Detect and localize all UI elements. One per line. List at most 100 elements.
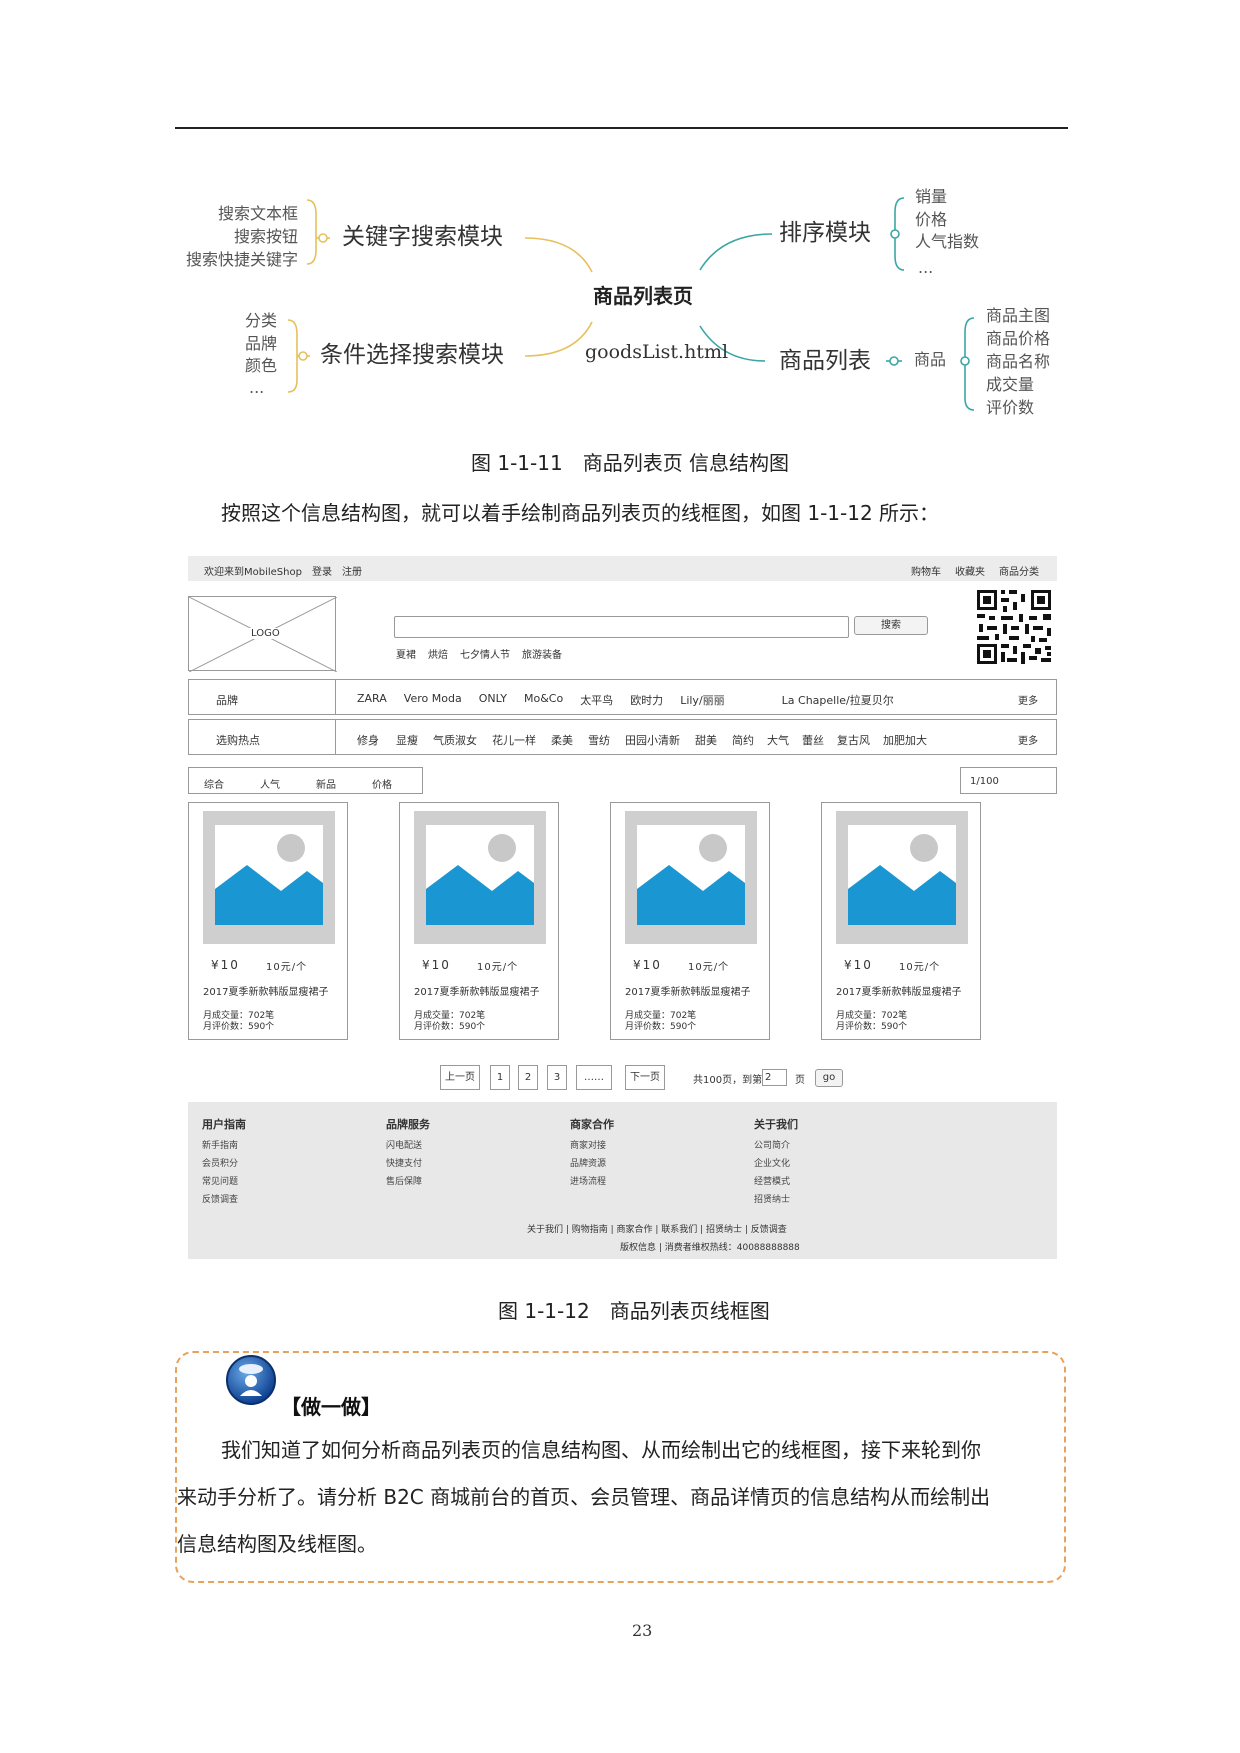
wf-product-unit-price: 10元/个 (688, 962, 730, 973)
wf-brand-item[interactable]: La Chapelle/拉夏贝尔 (782, 692, 894, 708)
wf-footer-link[interactable]: 新手指南 (202, 1137, 246, 1155)
wf-brand-item[interactable]: ZARA (357, 692, 387, 708)
diagram-connectors (287, 197, 975, 411)
wf-category-link[interactable]: 商品分类 (999, 563, 1039, 578)
wf-sort-option[interactable]: 新品 (316, 776, 336, 793)
wf-hot-point-item[interactable]: 柔美 (551, 732, 573, 748)
wf-footer-column: 关于我们 公司简介 企业文化 经营模式 招贤纳士 (754, 1116, 798, 1209)
wf-footer-link[interactable]: 经营模式 (754, 1173, 798, 1191)
wf-footer-link[interactable]: 招贤纳士 (754, 1191, 798, 1209)
condition-module-label: 条件选择搜索模块 (320, 342, 504, 368)
wf-footer-link[interactable]: 公司简介 (754, 1137, 798, 1155)
wf-hot-point-item[interactable]: 雪纺 (588, 732, 610, 748)
wf-product-name[interactable]: 2017夏季新款韩版显瘦裙子 (203, 983, 328, 998)
user-badge-icon (226, 1355, 276, 1405)
wf-product-card[interactable]: ¥10 10元/个 2017夏季新款韩版显瘦裙子 月成交量：702笔 月评价数：590个 (399, 802, 559, 1040)
wf-cart-link[interactable]: 购物车 (911, 563, 941, 578)
wf-brand-item[interactable]: Lily/丽丽 (680, 692, 724, 708)
intro-paragraph: 按照这个信息结构图，就可以着手绘制商品列表页的线框图，如图 1-1-12 所示： (221, 501, 940, 525)
wf-login-link[interactable]: 登录 (312, 563, 332, 578)
wf-brand-more[interactable]: 更多 (1018, 692, 1038, 707)
wf-hot-point-item[interactable]: 简约 (732, 732, 754, 748)
wf-product-name[interactable]: 2017夏季新款韩版显瘦裙子 (836, 983, 961, 998)
wf-product-card[interactable]: ¥10 10元/个 2017夏季新款韩版显瘦裙子 月成交量：702笔 月评价数：590个 (610, 802, 770, 1040)
wf-brand-item[interactable]: Mo&Co (524, 692, 563, 708)
wf-hot-point-item[interactable]: 显瘦 (396, 732, 418, 748)
wf-footer-link[interactable]: 会员积分 (202, 1155, 246, 1173)
wf-brand-item[interactable]: ONLY (479, 692, 507, 708)
wf-product-reviews: 月评价数：590个 (414, 1022, 486, 1032)
wf-total-pages-text: 共100页，到第 (693, 1075, 763, 1086)
wf-footer-copyright: 版权信息 | 消费者维权热线：40088888888 (620, 1243, 800, 1253)
wf-sort-option[interactable]: 价格 (372, 776, 392, 793)
wf-footer-link[interactable]: 闪电配送 (386, 1137, 430, 1155)
condition-item-3: 颜色 (245, 356, 278, 375)
wf-product-reviews: 月评价数：590个 (625, 1022, 697, 1032)
wf-brand-item[interactable]: 太平鸟 (580, 692, 613, 708)
wf-prev-page-button[interactable]: 上一页 (440, 1065, 480, 1090)
wf-page-button[interactable]: 1 (490, 1065, 510, 1090)
wf-hot-point-item[interactable]: 蕾丝 (802, 732, 824, 748)
wf-hot-keyword[interactable]: 七夕情人节 (460, 646, 510, 661)
wf-page-button[interactable]: 2 (518, 1065, 538, 1090)
wf-footer-link[interactable]: 进场流程 (570, 1173, 614, 1191)
wf-search-button[interactable]: 搜索 (854, 616, 928, 635)
wf-favorites-link[interactable]: 收藏夹 (955, 563, 985, 578)
wf-hot-keyword[interactable]: 旅游装备 (522, 646, 562, 661)
wf-footer: 用户指南 新手指南 会员积分 常见问题 反馈调查 品牌服务 闪电配送 快捷支付 售后保障 商家合作… (188, 1102, 1057, 1259)
wf-hot-point-row: 选购热点 修身 显瘦 气质淑女 花儿一样 柔美 雪纺 田园小清新 甜美 简约 大气 蕾丝 复古风 加肥加… (188, 719, 1057, 755)
wf-product-image[interactable] (414, 811, 546, 944)
wf-hot-point-more[interactable]: 更多 (1018, 732, 1038, 747)
wf-go-button[interactable]: go (815, 1069, 843, 1087)
wf-footer-link[interactable]: 售后保障 (386, 1173, 430, 1191)
sort-module-label: 排序模块 (779, 220, 871, 246)
wf-hot-point-item[interactable]: 甜美 (695, 732, 717, 748)
wf-footer-links[interactable]: 关于我们 | 购物指南 | 商家合作 | 联系我们 | 招贤纳士 | 反馈调查 (527, 1222, 787, 1235)
wf-page-jump-input[interactable]: 2 (762, 1069, 787, 1086)
wf-welcome-text: 欢迎来到MobileShop (204, 567, 302, 578)
wf-footer-link[interactable]: 常见问题 (202, 1173, 246, 1191)
wf-hot-keyword[interactable]: 烘焙 (428, 646, 448, 661)
wf-hot-point-item[interactable]: 气质淑女 (433, 732, 477, 748)
wf-logo-placeholder[interactable]: LOGO (188, 596, 337, 672)
wf-product-card[interactable]: ¥10 10元/个 2017夏季新款韩版显瘦裙子 月成交量：702笔 月评价数：590个 (821, 802, 981, 1040)
wf-sort-option[interactable]: 综合 (204, 776, 224, 793)
wf-brand-item[interactable]: 欧时力 (630, 692, 663, 708)
keyword-item-1: 搜索文本框 (218, 204, 299, 223)
wf-sort-bar: 综合 人气 新品 价格 (188, 767, 423, 794)
wf-product-name[interactable]: 2017夏季新款韩版显瘦裙子 (625, 983, 750, 998)
wf-product-unit-price: 10元/个 (266, 962, 308, 973)
wf-hot-point-item[interactable]: 大气 (767, 732, 789, 748)
wf-hot-point-item[interactable]: 修身 (357, 732, 379, 748)
figure-2-caption: 图 1-1-12 商品列表页线框图 (498, 1299, 770, 1323)
wf-register-link[interactable]: 注册 (342, 563, 362, 578)
wf-product-reviews: 月评价数：590个 (203, 1022, 275, 1032)
wf-product-image[interactable] (625, 811, 757, 944)
wf-hot-point-item[interactable]: 加肥加大 (883, 732, 927, 748)
wf-footer-link[interactable]: 快捷支付 (386, 1155, 430, 1173)
wf-hot-point-item[interactable]: 复古风 (837, 732, 870, 748)
wf-search-input[interactable] (394, 616, 849, 638)
figure-1-caption: 图 1-1-11 商品列表页 信息结构图 (471, 451, 790, 475)
wf-hot-keyword[interactable]: 夏裙 (396, 646, 416, 661)
wf-hot-point-item[interactable]: 田园小清新 (625, 732, 680, 748)
wf-product-name[interactable]: 2017夏季新款韩版显瘦裙子 (414, 983, 539, 998)
wf-footer-column-title: 用户指南 (202, 1118, 246, 1131)
wf-footer-link[interactable]: 品牌资源 (570, 1155, 614, 1173)
wf-footer-link[interactable]: 商家对接 (570, 1137, 614, 1155)
wf-product-image[interactable] (203, 811, 335, 944)
wf-footer-link[interactable]: 反馈调查 (202, 1191, 246, 1209)
wf-sort-option[interactable]: 人气 (260, 776, 280, 793)
wf-product-card[interactable]: ¥10 10元/个 2017夏季新款韩版显瘦裙子 月成交量：702笔 月评价数：590个 (188, 802, 348, 1040)
wf-next-page-button[interactable]: 下一页 (625, 1065, 665, 1090)
wf-brand-item[interactable]: Vero Moda (404, 692, 462, 708)
wf-footer-link[interactable]: 企业文化 (754, 1155, 798, 1173)
keyword-item-2: 搜索按钮 (234, 227, 299, 246)
wf-hot-point-item[interactable]: 花儿一样 (492, 732, 536, 748)
wf-footer-column-title: 商家合作 (570, 1118, 614, 1131)
image-placeholder-icon (637, 825, 745, 925)
wf-top-bar: 欢迎来到MobileShop 登录 注册 购物车 收藏夹 商品分类 (188, 556, 1057, 581)
wf-page-button[interactable]: 3 (547, 1065, 567, 1090)
wf-product-image[interactable] (836, 811, 968, 944)
wf-page-ellipsis: …… (576, 1065, 612, 1090)
